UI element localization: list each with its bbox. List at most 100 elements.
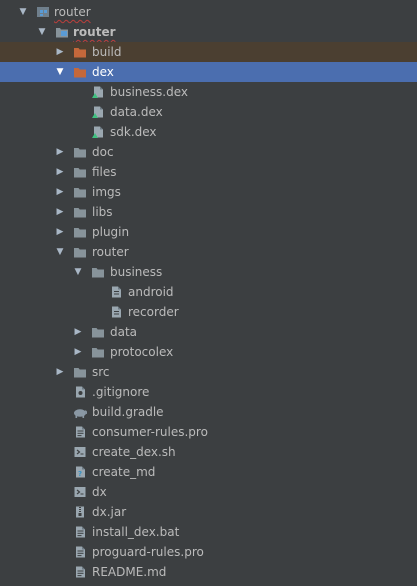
- folder-icon: [74, 148, 86, 158]
- tree-label-root: router: [54, 5, 91, 19]
- tree-label: README.md: [92, 565, 167, 579]
- chevron-right-icon[interactable]: ▶: [55, 362, 65, 382]
- tree-label: .gitignore: [92, 385, 150, 399]
- chevron-right-icon[interactable]: ▶: [73, 342, 83, 362]
- tree-row[interactable]: ▼ dex: [0, 62, 417, 82]
- tree-row[interactable]: .gitignore: [0, 382, 417, 402]
- shell-script-icon: [74, 447, 86, 457]
- tree-label-module: router: [73, 25, 116, 39]
- tree-label: business: [110, 265, 163, 279]
- tree-label: doc: [92, 145, 114, 159]
- tree-row[interactable]: data.dex: [0, 102, 417, 122]
- text-file-icon: [76, 566, 85, 578]
- tree-row-root[interactable]: ▼ router: [0, 2, 417, 22]
- folder-icon: [74, 168, 86, 178]
- tree-row[interactable]: ▶ plugin: [0, 222, 417, 242]
- folder-excluded-icon: [74, 68, 86, 78]
- chevron-down-icon[interactable]: ▼: [55, 62, 65, 82]
- tree-row[interactable]: ? create_md: [0, 462, 417, 482]
- tree-label: src: [92, 365, 110, 379]
- folder-icon: [92, 328, 104, 338]
- tree-label: imgs: [92, 185, 121, 199]
- chevron-right-icon[interactable]: ▶: [55, 162, 65, 182]
- gitignore-file-icon: [76, 386, 85, 398]
- file-icon: [112, 286, 121, 298]
- tree-label: build: [92, 45, 122, 59]
- tree-label: plugin: [92, 225, 130, 239]
- tree-label: proguard-rules.pro: [92, 545, 204, 559]
- tree-label: files: [92, 165, 117, 179]
- tree-row[interactable]: dx: [0, 482, 417, 502]
- tree-row-module[interactable]: ▼ router: [0, 22, 417, 42]
- chevron-right-icon[interactable]: ▶: [55, 42, 65, 62]
- chevron-right-icon[interactable]: ▶: [55, 222, 65, 242]
- tree-row[interactable]: ▶ doc: [0, 142, 417, 162]
- tree-row[interactable]: build.gradle: [0, 402, 417, 422]
- file-icon: [112, 306, 121, 318]
- chevron-right-icon[interactable]: ▶: [73, 322, 83, 342]
- tree-row[interactable]: recorder: [0, 302, 417, 322]
- chevron-right-icon[interactable]: ▶: [55, 182, 65, 202]
- folder-icon: [92, 348, 104, 358]
- tree-row[interactable]: create_dex.sh: [0, 442, 417, 462]
- tree-label: router: [92, 245, 129, 259]
- shell-script-icon: [74, 487, 86, 497]
- tree-row[interactable]: proguard-rules.pro: [0, 542, 417, 562]
- tree-row[interactable]: dx.jar: [0, 502, 417, 522]
- tree-row[interactable]: ▶ imgs: [0, 182, 417, 202]
- chevron-down-icon[interactable]: ▼: [55, 242, 65, 262]
- tree-row[interactable]: ▶ src: [0, 362, 417, 382]
- unknown-file-icon: ?: [76, 466, 85, 478]
- tree-row[interactable]: sdk.dex: [0, 122, 417, 142]
- tree-label: android: [128, 285, 174, 299]
- folder-icon: [74, 208, 86, 218]
- tree-label: data: [110, 325, 138, 339]
- tree-label: sdk.dex: [110, 125, 157, 139]
- chevron-down-icon[interactable]: ▼: [18, 2, 28, 22]
- dex-file-icon: [92, 86, 103, 98]
- tree-row[interactable]: ▶ libs: [0, 202, 417, 222]
- svg-text:?: ?: [78, 470, 82, 478]
- tree-label: libs: [92, 205, 113, 219]
- tree-label: dx.jar: [92, 505, 127, 519]
- tree-label: install_dex.bat: [92, 525, 180, 539]
- tree-row[interactable]: README.md: [0, 562, 417, 582]
- tree-label: protocolex: [110, 345, 174, 359]
- folder-icon: [74, 248, 86, 258]
- tree-row[interactable]: ▼ router: [0, 242, 417, 262]
- tree-label: create_dex.sh: [92, 445, 176, 459]
- tree-row[interactable]: ▶ build: [0, 42, 417, 62]
- tree-label: data.dex: [110, 105, 163, 119]
- dex-file-icon: [92, 106, 103, 118]
- tree-row[interactable]: consumer-rules.pro: [0, 422, 417, 442]
- folder-excluded-icon: [74, 48, 86, 58]
- gradle-elephant-icon: [74, 409, 87, 418]
- text-file-icon: [76, 426, 85, 438]
- tree-row[interactable]: ▶ protocolex: [0, 342, 417, 362]
- tree-label: recorder: [128, 305, 179, 319]
- dex-file-icon: [92, 126, 103, 138]
- tree-label: dex: [92, 65, 114, 79]
- chevron-down-icon[interactable]: ▼: [73, 262, 83, 282]
- chevron-right-icon[interactable]: ▶: [55, 202, 65, 222]
- tree-label: create_md: [92, 465, 156, 479]
- tree-row[interactable]: ▶ data: [0, 322, 417, 342]
- tree-row[interactable]: android: [0, 282, 417, 302]
- project-icon: [37, 7, 49, 17]
- folder-icon: [92, 268, 104, 278]
- tree-label: consumer-rules.pro: [92, 425, 208, 439]
- tree-row[interactable]: ▶ files: [0, 162, 417, 182]
- chevron-right-icon[interactable]: ▶: [55, 142, 65, 162]
- tree-row[interactable]: business.dex: [0, 82, 417, 102]
- tree-label: business.dex: [110, 85, 189, 99]
- chevron-down-icon[interactable]: ▼: [37, 22, 47, 42]
- folder-icon: [74, 228, 86, 238]
- tree-label: build.gradle: [92, 405, 164, 419]
- folder-icon: [74, 368, 86, 378]
- text-file-icon: [76, 526, 85, 538]
- text-file-icon: [76, 546, 85, 558]
- tree-row[interactable]: install_dex.bat: [0, 522, 417, 542]
- tree-row[interactable]: ▼ business: [0, 262, 417, 282]
- jar-file-icon: [76, 506, 84, 518]
- project-tree: ▼ router ▼ router ▶ build ▼ dex business.dex…: [0, 2, 417, 582]
